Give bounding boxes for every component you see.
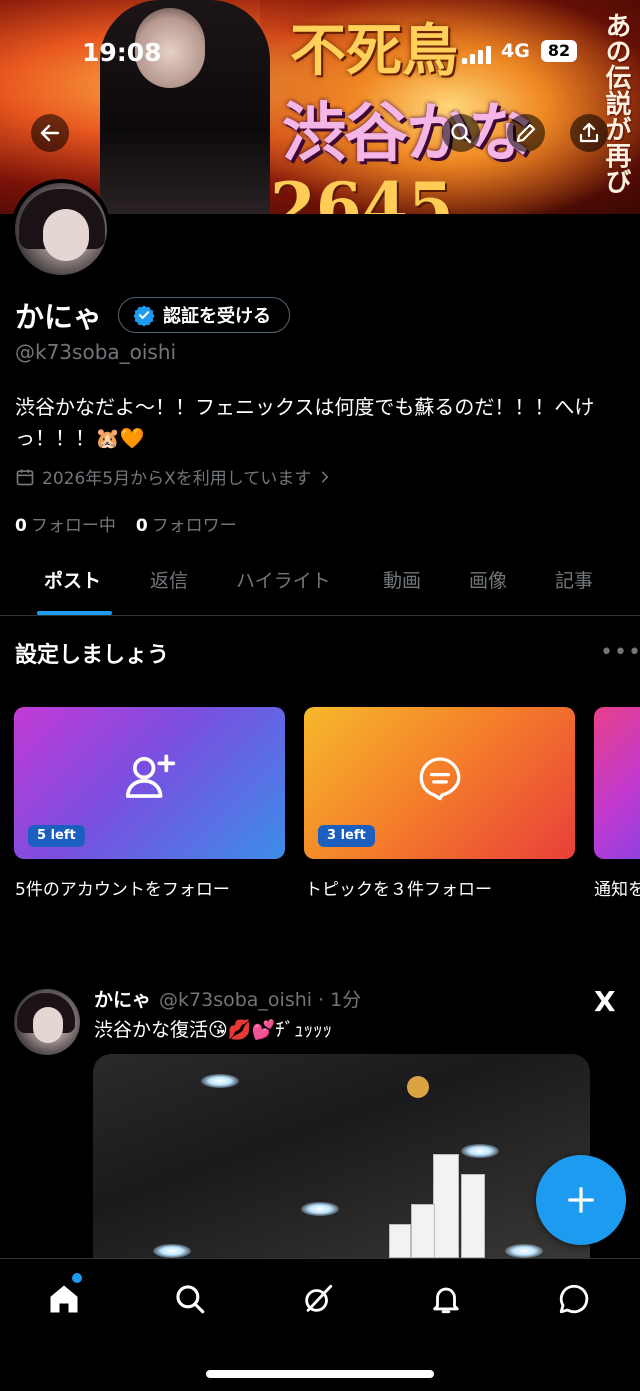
follow-accounts-card[interactable]: 5 left (14, 707, 285, 859)
follow-topics-remaining: 3 left (318, 825, 375, 847)
tab-articles[interactable]: 記事 (555, 566, 593, 593)
edit-button[interactable] (507, 114, 545, 152)
compose-button[interactable] (536, 1155, 626, 1245)
status-bar: 19:08 4G 82 (0, 34, 640, 70)
nav-home[interactable] (44, 1279, 84, 1319)
search-icon (451, 123, 472, 144)
profile-banner[interactable]: 不死鳥 渋谷かな 2645 あの伝説が再び (0, 0, 640, 214)
plus-icon (568, 1187, 594, 1213)
nav-grok[interactable] (298, 1279, 338, 1319)
pencil-icon (516, 123, 536, 143)
share-button[interactable] (570, 114, 608, 152)
post-text: 渋谷かな復活😘💋💕ﾁﾞｭｯｯｯ (94, 1019, 333, 1041)
follow-topics-card[interactable]: 3 left (304, 707, 575, 859)
tab-active-indicator (37, 611, 112, 615)
notifications-caption: 通知を (594, 880, 640, 900)
banner-text-line2: 渋谷かな (282, 96, 532, 171)
chevron-right-icon (322, 471, 329, 482)
share-icon (579, 122, 599, 143)
verified-badge-icon (133, 305, 155, 326)
followers-link[interactable]: 0 フォロワー (136, 511, 237, 536)
get-verified-label: 認証を受ける (163, 306, 272, 327)
back-button[interactable] (31, 114, 69, 152)
home-indicator (206, 1370, 434, 1378)
profile-tabs: ポスト 返信 ハイライト 動画 画像 記事 (0, 560, 640, 616)
notifications-card[interactable] (594, 707, 640, 859)
nav-messages[interactable] (554, 1279, 594, 1319)
post-media[interactable] (93, 1054, 590, 1258)
calendar-icon (16, 469, 34, 485)
banner-text-line3: 2645 (270, 168, 454, 214)
joined-date[interactable]: 2026年5月からXを利用しています (15, 464, 332, 489)
home-notification-dot (72, 1273, 82, 1283)
bell-icon (433, 1287, 459, 1314)
nav-notifications[interactable] (426, 1279, 466, 1319)
post-handle-time: @k73soba_oishi · 1分 (159, 989, 362, 1011)
home-icon (50, 1285, 78, 1313)
setup-title: 設定しましょう (15, 643, 170, 668)
topic-icon (415, 753, 465, 807)
follow-topics-caption: トピックを３件フォロー (305, 880, 492, 900)
status-time: 19:08 (82, 38, 162, 67)
follow-accounts-remaining: 5 left (28, 825, 85, 847)
tab-replies[interactable]: 返信 (150, 566, 188, 593)
profile-avatar[interactable] (11, 179, 111, 279)
signal-icon (462, 44, 491, 64)
joined-label: 2026年5月からXを利用しています (42, 469, 312, 489)
tab-photos[interactable]: 画像 (469, 566, 507, 593)
follow-stats: 0 フォロー中 0 フォロワー (15, 511, 237, 536)
network-label: 4G (501, 40, 530, 62)
nav-search[interactable] (170, 1279, 210, 1319)
tab-highlights[interactable]: ハイライト (236, 566, 331, 593)
message-icon (559, 1284, 589, 1314)
name-row: かにゃ 認証を受ける (15, 294, 291, 336)
battery-icon: 82 (541, 40, 577, 62)
profile-bio: 渋谷かなだよ〜！！フェニックスは何度でも蘇るのだ！！！へけっ！！！🐹🧡 (15, 395, 595, 450)
get-verified-button[interactable]: 認証を受ける (118, 297, 291, 333)
display-name: かにゃ (15, 300, 103, 334)
profile-handle: @k73soba_oishi (15, 340, 177, 364)
back-arrow-icon (40, 124, 60, 142)
x-logo-icon: X (594, 985, 616, 1018)
post-author-name[interactable]: かにゃ (94, 989, 151, 1011)
post-avatar[interactable] (14, 989, 80, 1055)
search-icon (176, 1285, 205, 1314)
follow-accounts-caption: 5件のアカウントをフォロー (15, 880, 230, 900)
tab-posts[interactable]: ポスト (44, 566, 101, 593)
grok-icon (305, 1284, 333, 1312)
more-icon[interactable]: ••• (600, 640, 640, 665)
tab-videos[interactable]: 動画 (383, 566, 421, 593)
following-link[interactable]: 0 フォロー中 (15, 511, 116, 536)
post-header: かにゃ @k73soba_oishi · 1分 (94, 985, 361, 1012)
add-user-icon (122, 749, 178, 809)
search-button[interactable] (442, 114, 480, 152)
